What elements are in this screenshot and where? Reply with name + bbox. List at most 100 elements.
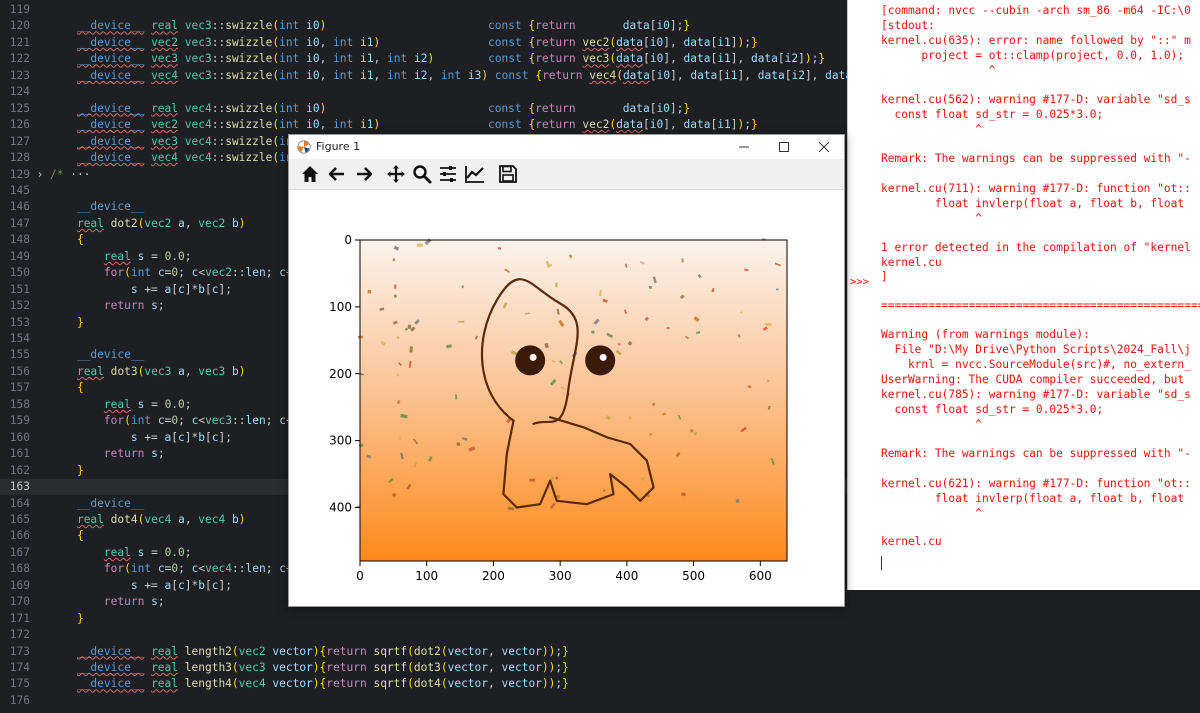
line-number: 173: [9, 644, 30, 658]
maximize-button[interactable]: [764, 135, 804, 159]
line-number: 157: [9, 381, 30, 395]
confetti-piece: [394, 284, 397, 289]
code-line[interactable]: 171 }: [0, 611, 848, 627]
code-text: {: [76, 381, 84, 395]
code-line[interactable]: 174 __device__ real length3(vec3 vector)…: [0, 660, 848, 676]
fold-chevron-icon[interactable]: ›: [30, 167, 50, 183]
console-line: float invlerp(float a, float b, float: [881, 492, 1185, 505]
matplotlib-logo-icon: [297, 140, 311, 154]
code-line[interactable]: 176: [0, 693, 848, 709]
line-number: 123: [9, 68, 30, 82]
code-text: }: [76, 463, 84, 477]
line-number: 152: [9, 299, 30, 313]
line-number: 147: [9, 216, 30, 230]
save-icon: [499, 165, 517, 183]
line-number: 159: [9, 414, 30, 428]
code-text: __device__ vec2 vec4::swizzle(int i0, in…: [76, 118, 758, 132]
code-line[interactable]: 121 __device__ vec2 vec3::swizzle(int i0…: [0, 35, 848, 51]
code-line[interactable]: 172: [0, 627, 848, 643]
configure-subplots-button[interactable]: [437, 163, 459, 185]
console-line: ]: [881, 270, 888, 283]
x-tick-label: 600: [749, 569, 772, 583]
home-icon: [302, 166, 318, 182]
line-number: 150: [9, 266, 30, 280]
line-number: 171: [9, 611, 30, 625]
console-line: [stdout:: [881, 19, 935, 32]
confetti-piece: [666, 326, 670, 330]
line-number: 161: [9, 447, 30, 461]
figure-toolbar: [289, 159, 844, 190]
console-line: const float sd_str = 0.025*3.0;: [881, 403, 1104, 416]
confetti-piece: [407, 324, 412, 329]
code-line[interactable]: 125 __device__ real vec4::swizzle(int i0…: [0, 101, 848, 117]
confetti-piece: [458, 320, 465, 323]
confetti-piece: [417, 243, 423, 247]
code-text: {: [76, 529, 84, 543]
creature-left-eye: [515, 345, 546, 376]
close-icon: [818, 141, 830, 153]
code-text: for(int c=0; c<vec2::len; c++): [103, 266, 306, 280]
code-line[interactable]: 126 __device__ vec2 vec4::swizzle(int i0…: [0, 117, 848, 133]
code-text: __device__ vec4 vec3::swizzle(int i0, in…: [76, 68, 848, 82]
text-cursor: [881, 556, 882, 570]
line-number: 164: [9, 496, 30, 510]
window-titlebar[interactable]: Figure 1: [289, 135, 844, 159]
code-text: for(int c=0; c<vec4::len; c++): [103, 562, 306, 576]
code-line[interactable]: 124: [0, 84, 848, 100]
save-figure-button[interactable]: [497, 163, 519, 185]
y-tick-label: 400: [329, 501, 352, 515]
pan-button[interactable]: [385, 163, 407, 185]
creature-right-eye: [585, 345, 616, 376]
line-number: 172: [9, 628, 30, 642]
code-text: s += a[c]*b[c];: [130, 430, 232, 444]
code-text: real dot3(vec3 a, vec3 b): [76, 364, 246, 378]
line-number: 127: [9, 134, 30, 148]
plot-axes[interactable]: 0 100 200 300 400 500 600 0 100 200 300 400: [289, 189, 844, 606]
forward-button[interactable]: [353, 163, 375, 185]
zoom-button[interactable]: [411, 163, 433, 185]
image-plot: [356, 238, 787, 561]
code-line[interactable]: 123 __device__ vec4 vec3::swizzle(int i0…: [0, 68, 848, 84]
x-axis: 0 100 200 300 400 500 600: [356, 561, 772, 583]
edit-axes-button[interactable]: [464, 163, 486, 185]
confetti-piece: [641, 477, 646, 481]
code-line[interactable]: 122 __device__ vec3 vec3::swizzle(int i0…: [0, 51, 848, 67]
close-button[interactable]: [804, 135, 844, 159]
code-line[interactable]: 173 __device__ real length2(vec2 vector)…: [0, 644, 848, 660]
confetti-piece: [398, 436, 402, 440]
console-line: ^: [881, 123, 983, 136]
pan-icon: [387, 165, 405, 183]
console-line: kernel.cu: [881, 535, 942, 548]
forward-arrow-icon: [357, 167, 373, 181]
confetti-piece: [497, 247, 502, 250]
line-number: 120: [9, 19, 30, 33]
code-line[interactable]: 119: [0, 2, 848, 18]
line-number: 166: [9, 529, 30, 543]
minimize-button[interactable]: [724, 135, 764, 159]
back-button[interactable]: [326, 163, 348, 185]
console-line: ^: [881, 507, 983, 520]
y-tick-label: 0: [344, 233, 352, 247]
figure-window[interactable]: Figure 1 0 100 200 300 400 500 600 0 100…: [288, 134, 845, 607]
window-title: Figure 1: [316, 140, 361, 153]
confetti-piece: [744, 268, 749, 271]
background-area: [847, 590, 1200, 713]
image-background: [360, 240, 787, 561]
home-button[interactable]: [299, 163, 321, 185]
code-line[interactable]: 120 __device__ real vec3::swizzle(int i0…: [0, 18, 848, 34]
line-number: 167: [9, 545, 30, 559]
y-tick-label: 300: [329, 434, 352, 448]
x-tick-label: 200: [482, 569, 505, 583]
y-tick-label: 100: [329, 300, 352, 314]
line-number: 153: [9, 315, 30, 329]
code-text: __device__ vec4 vec4::swizzle(int i0: [76, 151, 320, 165]
confetti-piece: [367, 289, 372, 294]
console-line: krnl = nvcc.SourceModule(src)#, no_exter…: [881, 358, 1191, 371]
minimize-icon: [739, 146, 749, 148]
code-text: s += a[c]*b[c];: [130, 282, 232, 296]
line-number: 163: [9, 480, 30, 494]
python-shell-output[interactable]: >>> [command: nvcc --cubin -arch sm_86 -…: [847, 0, 1200, 590]
x-tick-label: 500: [682, 569, 705, 583]
code-text: for(int c=0; c<vec3::len; c++): [103, 414, 306, 428]
code-line[interactable]: 175 __device__ real length4(vec4 vector)…: [0, 676, 848, 692]
